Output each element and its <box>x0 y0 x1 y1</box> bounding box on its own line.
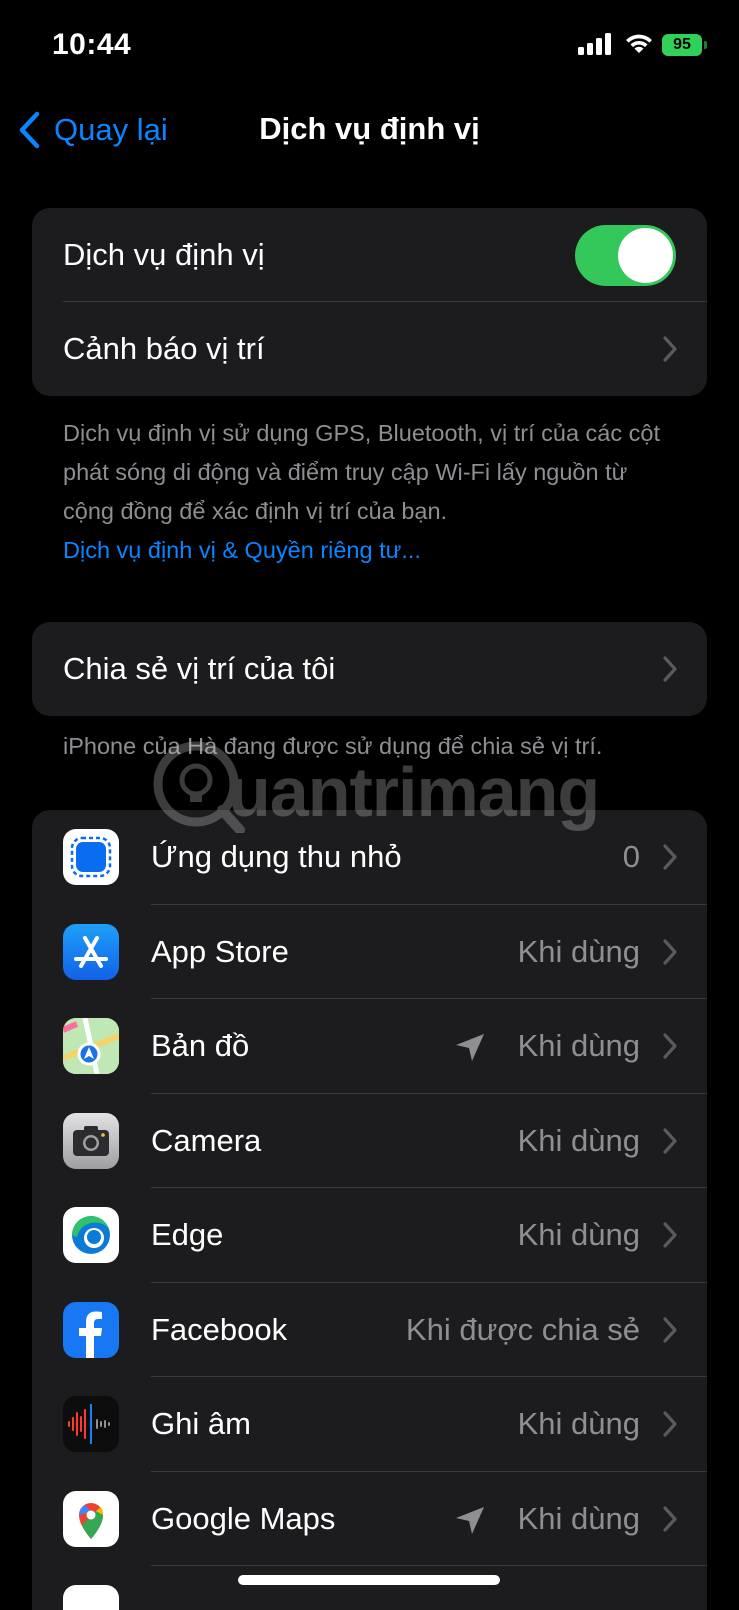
app-row[interactable]: Camera Khi dùng <box>32 1094 707 1189</box>
chevron-right-icon <box>663 336 677 362</box>
maps-icon <box>63 1018 119 1074</box>
location-alerts-label: Cảnh báo vị trí <box>63 331 265 366</box>
edge-icon <box>63 1207 119 1263</box>
app-row[interactable]: Google Maps Khi dùng <box>32 1472 707 1567</box>
location-services-label: Dịch vụ định vị <box>63 237 265 272</box>
app-permission: 0 <box>622 839 640 874</box>
chevron-right-icon <box>663 1317 677 1343</box>
app-permission: Khi dùng <box>517 1406 640 1441</box>
share-my-location-row[interactable]: Chia sẻ vị trí của tôi <box>32 622 707 716</box>
app-permission: Khi dùng <box>517 1028 640 1063</box>
location-arrow-icon <box>456 1506 484 1534</box>
location-alerts-row[interactable]: Cảnh báo vị trí <box>32 302 707 396</box>
chevron-right-icon <box>663 1128 677 1154</box>
battery-level: 95 <box>673 36 691 53</box>
app-name: Ghi âm <box>151 1406 251 1441</box>
app-name: Facebook <box>151 1311 288 1347</box>
battery-icon: 95 <box>662 34 707 56</box>
voice-memos-icon <box>63 1396 119 1452</box>
app-name: Google Maps <box>151 1500 336 1536</box>
app-name: Bản đồ <box>151 1028 250 1063</box>
status-bar: 10:44 95 <box>0 0 739 90</box>
chevron-right-icon <box>663 1222 677 1248</box>
chevron-right-icon <box>663 1033 677 1059</box>
chevron-right-icon <box>663 656 677 682</box>
app-list: Ứng dụng thu nhỏ 0 App Store Khi dùng Bả… <box>32 810 707 1610</box>
app-icon <box>63 1585 119 1610</box>
location-services-description: Dịch vụ định vị sử dụng GPS, Bluetooth, … <box>63 420 660 524</box>
location-services-footer: Dịch vụ định vị sử dụng GPS, Bluetooth, … <box>63 414 673 570</box>
app-row[interactable] <box>32 1566 707 1610</box>
privacy-link[interactable]: Dịch vụ định vị & Quyền riêng tư... <box>63 531 673 570</box>
location-services-toggle[interactable] <box>575 225 676 286</box>
chevron-right-icon <box>663 1411 677 1437</box>
app-name: Ứng dụng thu nhỏ <box>151 839 402 874</box>
share-my-location-label: Chia sẻ vị trí của tôi <box>63 651 336 686</box>
app-name: Edge <box>151 1217 224 1252</box>
location-services-group: Dịch vụ định vị Cảnh báo vị trí <box>32 208 707 396</box>
page-title: Dịch vụ định vị <box>259 111 480 146</box>
location-services-row: Dịch vụ định vị <box>32 208 707 302</box>
status-time: 10:44 <box>52 28 132 61</box>
app-name: Camera <box>151 1122 262 1158</box>
app-store-icon <box>63 923 119 980</box>
chevron-right-icon <box>663 1506 677 1532</box>
share-location-group: Chia sẻ vị trí của tôi <box>32 622 707 716</box>
wifi-icon <box>626 34 652 53</box>
location-arrow-icon <box>456 1034 484 1061</box>
chevron-right-icon <box>663 939 677 965</box>
app-row[interactable]: Ghi âm Khi dùng <box>32 1377 707 1472</box>
camera-icon <box>63 1112 119 1169</box>
widgets-icon <box>63 829 119 885</box>
app-permission: Khi dùng <box>517 1500 640 1536</box>
app-row[interactable]: App Store Khi dùng <box>32 905 707 1000</box>
share-location-footer: iPhone của Hà đang được sử dụng để chia … <box>63 733 603 759</box>
google-maps-icon <box>63 1490 119 1547</box>
chevron-right-icon <box>663 844 677 870</box>
app-permission: Khi được chia sẻ <box>405 1311 640 1347</box>
app-permission: Khi dùng <box>517 933 640 969</box>
app-permission: Khi dùng <box>517 1122 640 1158</box>
app-permission: Khi dùng <box>517 1217 640 1252</box>
app-name: App Store <box>151 933 289 969</box>
app-row[interactable]: Ứng dụng thu nhỏ 0 <box>32 810 707 905</box>
facebook-icon <box>63 1301 119 1358</box>
app-row[interactable]: Edge Khi dùng <box>32 1188 707 1283</box>
app-row[interactable]: Facebook Khi được chia sẻ <box>32 1283 707 1378</box>
home-indicator[interactable] <box>238 1575 500 1585</box>
cellular-signal-icon <box>578 33 611 55</box>
toggle-knob <box>618 228 673 283</box>
app-row[interactable]: Bản đồ Khi dùng <box>32 999 707 1094</box>
